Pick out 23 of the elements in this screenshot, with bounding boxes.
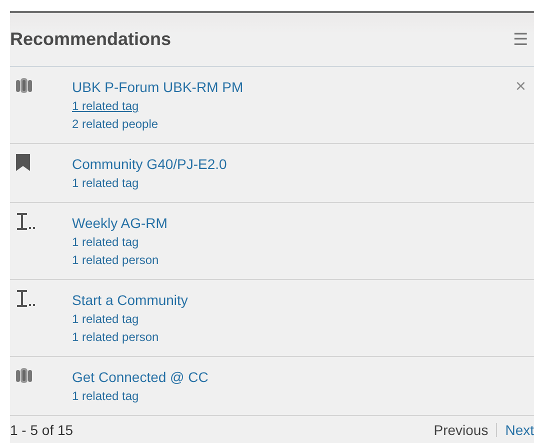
text-cursor-icon	[16, 213, 36, 231]
recommendation-link[interactable]: Weekly AG-RM	[72, 213, 526, 233]
related-link[interactable]: 1 related person	[72, 328, 526, 346]
next-link[interactable]: Next	[505, 422, 534, 438]
bookmark-icon	[16, 154, 30, 171]
recommendation-link[interactable]: UBK P-Forum UBK-RM PM	[72, 77, 516, 97]
recommendation-link[interactable]: Get Connected @ CC	[72, 367, 526, 387]
related-link[interactable]: 1 related tag	[72, 174, 526, 192]
group-icon	[16, 367, 32, 384]
close-icon[interactable]: ×	[515, 77, 526, 95]
panel-title: Recommendations	[10, 29, 172, 50]
page-range: 1 - 5 of 15	[10, 422, 74, 438]
related-link[interactable]: 2 related people	[72, 115, 516, 133]
text-cursor-icon	[16, 290, 36, 308]
related-link[interactable]: 1 related tag	[72, 310, 526, 328]
related-link[interactable]: 1 related tag	[72, 387, 526, 405]
group-icon	[16, 77, 32, 94]
menu-icon[interactable]: ☰	[513, 29, 528, 50]
related-link[interactable]: 1 related tag	[72, 97, 516, 115]
recommendation-link[interactable]: Community G40/PJ-E2.0	[72, 154, 526, 174]
related-link[interactable]: 1 related tag	[72, 233, 526, 251]
related-link[interactable]: 1 related person	[72, 251, 526, 269]
recommendation-link[interactable]: Start a Community	[72, 290, 526, 310]
